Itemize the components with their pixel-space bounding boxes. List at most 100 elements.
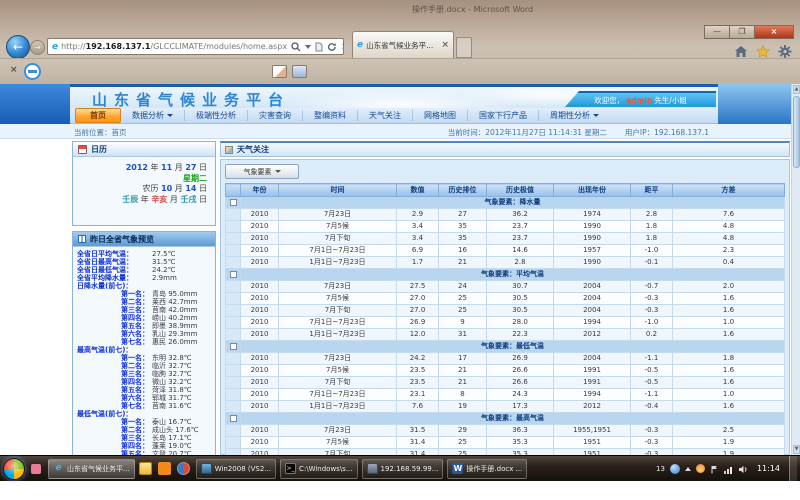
table-row[interactable]: 20107月下旬27.02530.52004-0.31.6 <box>226 305 785 317</box>
minimize-button[interactable]: — <box>704 25 730 39</box>
mail-card-icon[interactable] <box>272 65 287 78</box>
tray-blue-sphere-icon[interactable] <box>670 464 680 474</box>
taskbar-button[interactable]: Win2008 (VS2... <box>196 459 276 479</box>
blocker-icon[interactable] <box>24 63 41 80</box>
table-cell: -0.5 <box>631 377 673 389</box>
table-cell: 27.5 <box>397 281 439 293</box>
table-cell: 2010 <box>241 329 279 341</box>
table-row[interactable]: 20107月23日24.21726.92004-1.11.8 <box>226 353 785 365</box>
summary-rank: 第三名：长岛 17.1℃ <box>77 434 213 442</box>
pinned-app-icon[interactable] <box>31 464 41 474</box>
search-icon[interactable] <box>291 42 301 52</box>
page-scrollbar[interactable]: ▲ ▼ <box>791 84 800 455</box>
browser-tab[interactable]: e 山东省气候业务平... × <box>352 31 454 58</box>
group-name: 气象要素：降水量 <box>241 197 785 209</box>
taskbar-button[interactable]: 192.168.59.99... <box>362 459 444 479</box>
weather-table: 年份时间数值历史排位历史极值出现年份距平方差 气象要素：降水量20107月23日… <box>225 183 785 455</box>
search-dropdown-caret-icon[interactable] <box>305 45 311 49</box>
compatibility-view-icon[interactable] <box>315 42 323 52</box>
table-row[interactable]: 20107月1日~7月23日6.91614.61957-1.02.3 <box>226 245 785 257</box>
table-row[interactable]: 20107月下旬3.43523.719901.84.8 <box>226 233 785 245</box>
summary-rank: 第四名：微山 32.2℃ <box>77 378 213 386</box>
table-cell: -0.3 <box>631 437 673 449</box>
show-desktop-button[interactable] <box>789 456 797 482</box>
toolbar-close-icon[interactable]: × <box>10 65 18 75</box>
orange-app-icon[interactable] <box>158 462 171 475</box>
header-right-block <box>718 84 791 124</box>
calendar-segment: 11 <box>161 163 172 172</box>
table-cell: 9 <box>439 317 487 329</box>
table-row[interactable]: 20107月5候27.02530.52004-0.31.6 <box>226 293 785 305</box>
start-button[interactable] <box>3 458 25 480</box>
table-row[interactable]: 20107月23日27.52430.72004-0.72.0 <box>226 281 785 293</box>
table-row[interactable]: 20101月1日~7月23日1.7212.81990-0.10.4 <box>226 257 785 269</box>
table-cell: 1.6 <box>673 329 785 341</box>
table-row[interactable]: 20107月5候23.52126.61991-0.51.6 <box>226 365 785 377</box>
tray-downloader-icon[interactable] <box>696 464 705 473</box>
table-row[interactable]: 20107月23日31.52936.31955,1951-0.32.5 <box>226 425 785 437</box>
nav-item-3[interactable]: 灾害查询 <box>248 110 303 121</box>
calendar-segment: 14 <box>185 184 196 193</box>
nav-item-5[interactable]: 天气关注 <box>358 110 413 121</box>
nav-item-8[interactable]: 周期性分析 <box>539 110 610 121</box>
group-checkbox[interactable] <box>230 343 237 350</box>
table-row[interactable]: 20107月下旬23.52126.61991-0.51.6 <box>226 377 785 389</box>
table-column-header: 历史排位 <box>439 184 487 197</box>
group-checkbox[interactable] <box>230 271 237 278</box>
table-row[interactable]: 20107月23日2.92736.219742.87.6 <box>226 209 785 221</box>
nav-item-4[interactable]: 整编资料 <box>303 110 358 121</box>
group-checkbox[interactable] <box>230 415 237 422</box>
tray-expand-icon[interactable] <box>685 467 691 471</box>
taskbar-button[interactable]: >_C:\Windows\s... <box>280 459 358 479</box>
summary-rank-value: 成山头 17.6℃ <box>149 426 199 434</box>
table-row[interactable]: 20101月1日~7月23日12.03122.320120.21.6 <box>226 329 785 341</box>
element-filter-button[interactable]: 气象要素 <box>225 164 299 179</box>
taskbar-clock[interactable]: 11:14 <box>757 464 780 473</box>
table-cell: -0.7 <box>631 281 673 293</box>
stop-icon[interactable]: × <box>341 42 344 52</box>
nav-item-7[interactable]: 国家下行产品 <box>468 110 539 121</box>
table-cell: 1.8 <box>631 233 673 245</box>
nav-item-1[interactable]: 数据分析 <box>121 110 185 121</box>
group-checkbox[interactable] <box>230 199 237 206</box>
maximize-button[interactable]: ❐ <box>729 25 755 39</box>
nav-item-2[interactable]: 极端性分析 <box>185 110 248 121</box>
address-bar[interactable]: e http://192.168.137.1/GLCCLIMATE/module… <box>47 38 344 55</box>
nav-item-label: 数据分析 <box>132 110 164 121</box>
table-row[interactable]: 20107月5候3.43523.719901.84.8 <box>226 221 785 233</box>
tray-flag-icon[interactable] <box>710 459 719 478</box>
taskbar-button[interactable]: W操作手册.docx ... <box>447 459 527 479</box>
table-row[interactable]: 20107月1日~7月23日26.9928.01994-1.01.0 <box>226 317 785 329</box>
scrollbar-thumb[interactable] <box>793 96 800 168</box>
summary-rank-value: 东明 32.8℃ <box>149 354 192 362</box>
taskbar-button[interactable]: e山东省气候业务平... <box>48 459 135 479</box>
folder-icon[interactable] <box>139 462 152 475</box>
close-button[interactable]: × <box>754 25 794 39</box>
summary-rank-label: 第四名： <box>77 442 149 450</box>
table-row[interactable]: 20107月5候31.42535.31951-0.31.9 <box>226 437 785 449</box>
forward-button[interactable]: → <box>30 40 45 55</box>
table-row[interactable]: 20101月1日~7月23日7.61917.32012-0.41.6 <box>226 401 785 413</box>
summary-rank-value: 莱西 42.7mm <box>149 298 197 306</box>
table-cell: 30.7 <box>487 281 554 293</box>
new-tab-button[interactable] <box>456 37 472 58</box>
table-cell: 2010 <box>241 233 279 245</box>
table-cell: 28.0 <box>487 317 554 329</box>
tray-volume-icon[interactable] <box>738 459 748 478</box>
page-viewport: 山东省气候业务平台 欢迎您， admin 先生/小姐 首页数据分析极端性分析灾害… <box>0 84 791 455</box>
table-cell: 7月23日 <box>279 209 397 221</box>
back-button[interactable]: ← <box>6 35 30 59</box>
tray-network-icon[interactable] <box>724 459 733 478</box>
scroll-up-icon[interactable]: ▲ <box>793 85 800 94</box>
scroll-down-icon[interactable]: ▼ <box>793 445 800 454</box>
tab-close-icon[interactable]: × <box>438 40 449 50</box>
summary-rank-label: 第五名： <box>77 322 149 330</box>
table-row[interactable]: 20107月1日~7月23日23.1824.31994-1.11.0 <box>226 389 785 401</box>
table-cell: 31 <box>439 329 487 341</box>
envelope-icon[interactable] <box>292 65 307 78</box>
calendar-ganzhi: 壬辰 年 辛亥 月 壬戌 日 <box>73 195 207 206</box>
nav-item-6[interactable]: 网格地图 <box>413 110 468 121</box>
refresh-icon[interactable] <box>327 42 337 52</box>
round-app-icon[interactable] <box>177 462 190 475</box>
nav-item-0[interactable]: 首页 <box>75 108 121 123</box>
